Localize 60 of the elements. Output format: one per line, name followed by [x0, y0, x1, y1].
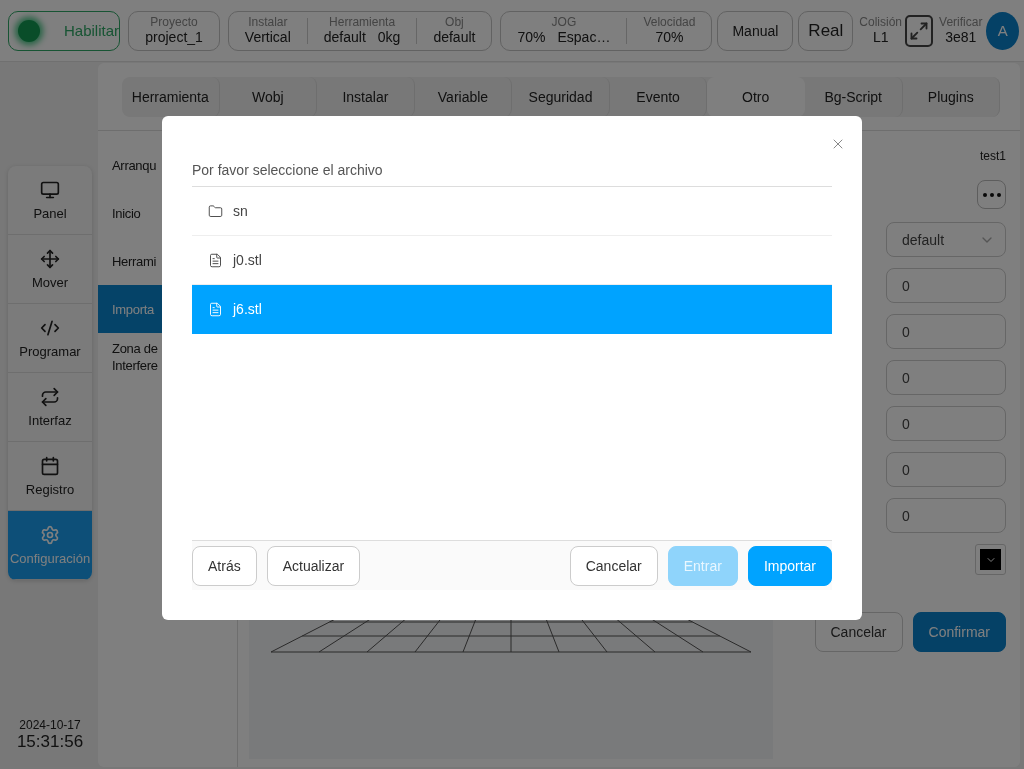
nav-item[interactable]: Panel — [8, 166, 92, 235]
status-group[interactable]: Instalar Vertical Herramienta default 0kg Obj default — [227, 10, 493, 51]
status-value: project_1 — [145, 29, 203, 46]
status-value: default — [323, 29, 366, 46]
number-field[interactable]: 0 — [886, 452, 1006, 487]
file-icon — [208, 301, 223, 317]
calendar-icon — [40, 455, 60, 476]
status-group[interactable]: JOG 70% Espac… Velocidad 70% — [500, 10, 713, 51]
move-icon — [40, 248, 60, 269]
status-value: 0kg — [377, 29, 401, 46]
status-dot-icon — [18, 19, 40, 42]
number-field[interactable]: 0 — [886, 268, 1006, 303]
repeat-icon — [40, 386, 60, 407]
time-text: 15:31:56 — [16, 732, 84, 752]
dialog-button[interactable]: Atrás — [192, 545, 257, 586]
date-text: 2024-10-17 — [19, 718, 81, 732]
collision-label: Colisión — [859, 15, 902, 29]
dialog-button[interactable]: Cancelar — [569, 545, 658, 586]
expand-icon — [909, 20, 930, 41]
file-icon — [208, 252, 223, 268]
mode-button[interactable]: Real — [798, 10, 854, 51]
number-field[interactable]: 0 — [886, 406, 1006, 441]
dialog-button[interactable]: Importar — [747, 545, 832, 586]
status-value: Vertical — [244, 29, 291, 46]
user-avatar[interactable]: A — [986, 11, 1019, 50]
status-value: default — [433, 29, 476, 46]
expand-button[interactable] — [905, 14, 934, 47]
number-field[interactable]: 0 — [886, 498, 1006, 533]
dialog-button[interactable]: Actualizar — [266, 545, 361, 586]
file-row[interactable]: j6.stl — [192, 285, 832, 334]
nav-item[interactable]: Configuración — [8, 511, 92, 580]
verify-label: Verificar — [939, 15, 983, 29]
number-field[interactable]: 0 — [886, 360, 1006, 395]
status-value: 70% — [655, 29, 684, 46]
verify-value: 3e81 — [945, 29, 977, 46]
folder-icon — [208, 203, 223, 219]
status-label: Herramienta — [329, 15, 396, 29]
nav-item[interactable]: Mover — [8, 235, 92, 304]
enable-toggle[interactable]: Habilitar — [8, 10, 121, 51]
monitor-icon — [40, 179, 60, 200]
tab[interactable]: Otro — [707, 77, 805, 117]
action-button[interactable]: Confirmar — [912, 612, 1006, 652]
status-label: JOG — [551, 15, 577, 29]
status-value: Espac… — [557, 29, 611, 46]
status-label: Obj — [445, 15, 464, 29]
collision-value: L1 — [872, 29, 889, 46]
status-label: Velocidad — [643, 15, 696, 29]
status-label: Instalar — [248, 15, 288, 29]
name-text: test1 — [980, 149, 1006, 165]
tool-select[interactable]: default — [886, 222, 1006, 257]
mode-button[interactable]: Manual — [717, 10, 794, 51]
status-group[interactable]: Proyecto project_1 — [128, 10, 220, 51]
status-label: Proyecto — [150, 15, 198, 29]
more-button[interactable] — [977, 180, 1006, 209]
nav-item[interactable]: Interfaz — [8, 373, 92, 442]
status-value: 70% — [517, 29, 546, 46]
tab[interactable]: Plugins — [902, 77, 1001, 117]
settings-icon — [40, 524, 60, 545]
number-field[interactable]: 0 — [886, 314, 1006, 349]
nav-item[interactable]: Programar — [8, 304, 92, 373]
